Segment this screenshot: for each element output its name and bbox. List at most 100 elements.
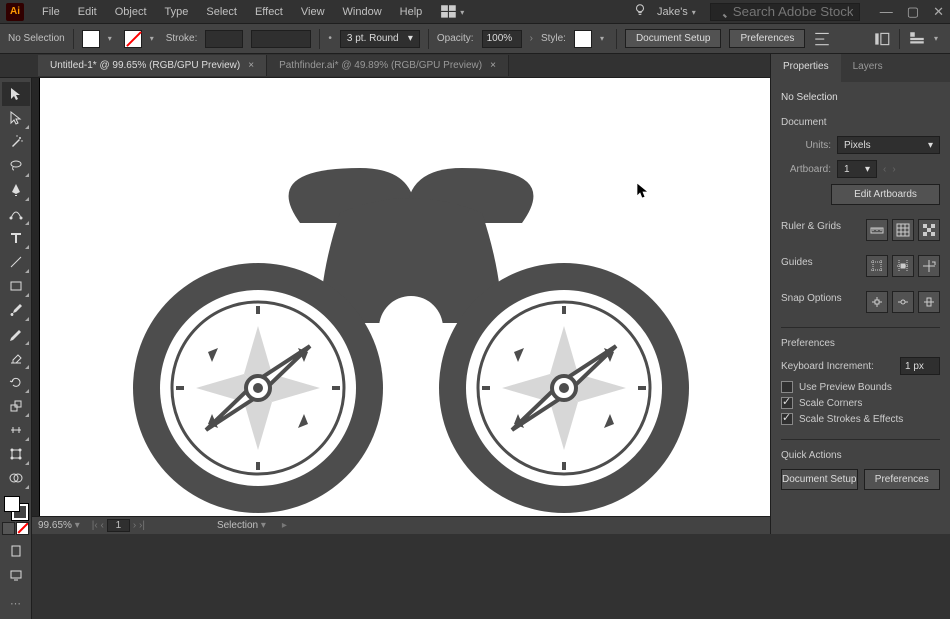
workspace-switcher[interactable]: Jake's: [657, 6, 700, 18]
qa-preferences-button[interactable]: Preferences: [864, 469, 941, 490]
menu-object[interactable]: Object: [107, 2, 155, 22]
zoom-level[interactable]: 99.65%: [38, 520, 80, 531]
color-picker[interactable]: [2, 494, 30, 522]
units-select[interactable]: Pixels▾: [837, 136, 940, 154]
tab-close-icon[interactable]: ×: [490, 60, 496, 71]
direct-selection-tool[interactable]: [2, 106, 30, 130]
lightbulb-icon[interactable]: [633, 3, 647, 20]
menu-view[interactable]: View: [293, 2, 333, 22]
toolbox: ⋯: [0, 78, 32, 619]
menu-type[interactable]: Type: [157, 2, 197, 22]
scale-strokes-checkbox[interactable]: Scale Strokes & Effects: [781, 413, 940, 425]
draw-mode[interactable]: [2, 539, 30, 563]
stroke-dash-select[interactable]: [251, 30, 311, 48]
minimize-button[interactable]: —: [880, 4, 893, 20]
guides-lock-icon[interactable]: [892, 255, 914, 277]
document-tab[interactable]: Pathfinder.ai* @ 49.89% (RGB/GPU Preview…: [267, 55, 509, 76]
status-bar: 99.65% |‹ ‹ 1 › ›| Selection ▸: [32, 516, 770, 534]
expand-panel-icon[interactable]: [908, 30, 926, 48]
artboard-select[interactable]: 1▾: [837, 160, 877, 178]
lasso-tool[interactable]: [2, 154, 30, 178]
magic-wand-tool[interactable]: [2, 130, 30, 154]
stroke-label: Stroke:: [166, 33, 198, 44]
snap-label: Snap Options: [781, 293, 860, 304]
snap-grid-icon[interactable]: [918, 291, 940, 313]
shape-builder-tool[interactable]: [2, 466, 30, 490]
pen-tool[interactable]: [2, 178, 30, 202]
ruler-icon[interactable]: [866, 219, 888, 241]
fill-swatch[interactable]: [82, 30, 100, 48]
menu-file[interactable]: File: [34, 2, 68, 22]
guides-visibility-icon[interactable]: [866, 255, 888, 277]
prefs-section-title: Preferences: [781, 338, 940, 349]
fill-color[interactable]: [4, 496, 20, 512]
panel-toggle-icon[interactable]: [873, 30, 891, 48]
arrange-icon[interactable]: [440, 3, 458, 21]
tab-close-icon[interactable]: ×: [248, 60, 254, 71]
document-section-title: Document: [781, 117, 940, 128]
units-label: Units:: [781, 140, 831, 151]
edit-toolbar[interactable]: ⋯: [2, 591, 30, 615]
menu-window[interactable]: Window: [335, 2, 390, 22]
document-tab[interactable]: Untitled-1* @ 99.65% (RGB/GPU Preview) ×: [38, 55, 267, 76]
rotate-tool[interactable]: [2, 370, 30, 394]
align-icon[interactable]: [813, 30, 831, 48]
scale-tool[interactable]: [2, 394, 30, 418]
type-tool[interactable]: [2, 226, 30, 250]
eraser-tool[interactable]: [2, 346, 30, 370]
menu-effect[interactable]: Effect: [247, 2, 291, 22]
tab-label: Pathfinder.ai* @ 49.89% (RGB/GPU Preview…: [279, 60, 482, 71]
menu-help[interactable]: Help: [392, 2, 431, 22]
screen-mode[interactable]: [2, 563, 30, 587]
menu-edit[interactable]: Edit: [70, 2, 105, 22]
preview-bounds-checkbox[interactable]: Use Preview Bounds: [781, 381, 940, 393]
artboard-nav[interactable]: |‹ ‹ 1 › ›|: [92, 520, 145, 531]
artboard-label: Artboard:: [781, 164, 831, 175]
edit-artboards-button[interactable]: Edit Artboards: [831, 184, 940, 205]
kbd-increment-input[interactable]: [900, 357, 940, 375]
properties-panel: Properties Layers No Selection Document …: [770, 54, 950, 534]
preferences-button[interactable]: Preferences: [729, 29, 805, 48]
current-tool-status[interactable]: Selection: [217, 520, 266, 531]
opacity-input[interactable]: [482, 30, 522, 48]
scale-corners-checkbox[interactable]: Scale Corners: [781, 397, 940, 409]
snap-pixel-icon[interactable]: [866, 291, 888, 313]
color-mode-solid[interactable]: [2, 522, 15, 535]
document-setup-button[interactable]: Document Setup: [625, 29, 722, 48]
guides-label: Guides: [781, 257, 860, 268]
menu-select[interactable]: Select: [198, 2, 245, 22]
maximize-button[interactable]: ▢: [907, 4, 919, 20]
close-button[interactable]: ✕: [933, 4, 944, 20]
quick-actions-title: Quick Actions: [781, 450, 940, 461]
free-transform-tool[interactable]: [2, 442, 30, 466]
smart-guides-icon[interactable]: [918, 255, 940, 277]
width-tool[interactable]: [2, 418, 30, 442]
shaper-tool[interactable]: [2, 322, 30, 346]
paintbrush-tool[interactable]: [2, 298, 30, 322]
workspace-label: Jake's: [657, 6, 688, 18]
stroke-weight-input[interactable]: [205, 30, 243, 48]
search-input[interactable]: [710, 3, 860, 21]
rectangle-tool[interactable]: [2, 274, 30, 298]
artboard[interactable]: [40, 78, 770, 516]
no-selection-label: No Selection: [781, 92, 940, 103]
tab-label: Untitled-1* @ 99.65% (RGB/GPU Preview): [50, 60, 240, 71]
grid-icon[interactable]: [892, 219, 914, 241]
qa-document-setup-button[interactable]: Document Setup: [781, 469, 858, 490]
stroke-profile-select[interactable]: 3 pt. Round▾: [340, 30, 420, 48]
arrange-dropdown[interactable]: [460, 6, 468, 18]
tab-properties[interactable]: Properties: [771, 54, 841, 82]
snap-point-icon[interactable]: [892, 291, 914, 313]
curvature-tool[interactable]: [2, 202, 30, 226]
tab-layers[interactable]: Layers: [841, 54, 895, 82]
options-bar: No Selection Stroke: • 3 pt. Round▾ Opac…: [0, 24, 950, 54]
selection-status: No Selection: [8, 33, 65, 44]
color-mode-none[interactable]: [16, 522, 29, 535]
transparency-grid-icon[interactable]: [918, 219, 940, 241]
ruler-grids-label: Ruler & Grids: [781, 221, 860, 232]
line-tool[interactable]: [2, 250, 30, 274]
stroke-swatch[interactable]: [124, 30, 142, 48]
selection-tool[interactable]: [2, 82, 30, 106]
canvas[interactable]: [32, 78, 770, 516]
style-swatch[interactable]: [574, 30, 592, 48]
